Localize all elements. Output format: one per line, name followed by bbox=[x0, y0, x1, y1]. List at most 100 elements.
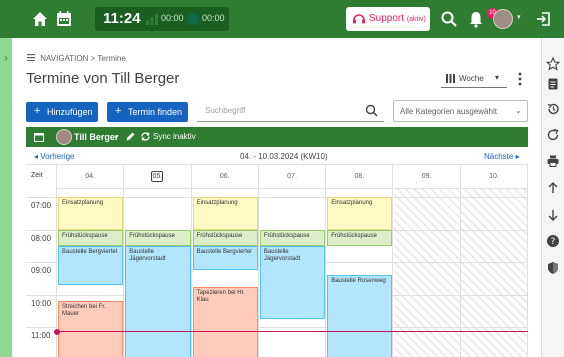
time-column: Zeit 07:00 08:00 09:00 10:00 11:00 bbox=[26, 165, 57, 357]
hour-gridline bbox=[26, 197, 57, 198]
category-select[interactable]: Alle Kategorien ausgewählt ⌄ bbox=[393, 100, 528, 122]
globe-icon bbox=[187, 13, 199, 25]
top-bar: 11:24 00:00 00:00 Support (aktiv) 10 ▾ bbox=[12, 0, 564, 38]
day-column[interactable]: 10. bbox=[460, 165, 528, 357]
breadcrumb-current: Termine bbox=[97, 54, 126, 63]
appointment[interactable]: Frühstückspause bbox=[192, 230, 258, 246]
appointment[interactable]: Einsatzplanung bbox=[58, 197, 124, 230]
chart-icon bbox=[146, 14, 158, 25]
day-header[interactable]: 04. bbox=[57, 165, 124, 189]
day-header[interactable]: 05. bbox=[124, 165, 191, 189]
day-header[interactable]: 09. bbox=[393, 165, 460, 189]
appointment[interactable]: Baustelle Rosenweg bbox=[327, 275, 393, 357]
chevron-down-icon: ▾ bbox=[495, 73, 500, 82]
calendar-icon[interactable] bbox=[54, 9, 74, 29]
menu-icon[interactable] bbox=[27, 54, 35, 61]
appointment[interactable]: Einsatzplanung bbox=[327, 197, 393, 230]
hour-label: 10:00 bbox=[31, 299, 52, 308]
view-select[interactable]: Woche ▾ bbox=[441, 70, 507, 88]
logout-icon[interactable] bbox=[534, 9, 554, 29]
chevron-down-icon: ⌄ bbox=[515, 106, 522, 115]
day-label: 10. bbox=[489, 173, 499, 180]
day-header[interactable]: 08. bbox=[326, 165, 393, 189]
calendar-icon[interactable] bbox=[34, 132, 44, 142]
week-range: 04. - 10.03.2024 (KW10) bbox=[240, 152, 328, 161]
day-header[interactable]: 06. bbox=[191, 165, 258, 189]
week-grid: Zeit 07:00 08:00 09:00 10:00 11:00 04. 05. 06.… bbox=[26, 165, 528, 357]
support-icon bbox=[353, 14, 365, 24]
sync-icon[interactable] bbox=[140, 131, 151, 142]
search-input[interactable]: Suchbegriff bbox=[197, 100, 384, 122]
hour-gridline bbox=[57, 197, 528, 198]
refresh-icon[interactable] bbox=[546, 128, 560, 142]
day-header[interactable]: 10. bbox=[460, 165, 528, 189]
support-button[interactable]: Support (aktiv) bbox=[346, 7, 430, 31]
star-icon[interactable] bbox=[546, 57, 560, 71]
hour-label: 08:00 bbox=[31, 234, 52, 243]
arrow-up-icon[interactable] bbox=[546, 181, 560, 195]
appointment[interactable]: Baustelle Jägervorstadt bbox=[259, 246, 326, 319]
appointment[interactable]: Frühstückspause bbox=[259, 230, 326, 246]
day-label: 09. bbox=[421, 173, 432, 180]
previous-week-button[interactable]: ◂ Vorherige bbox=[34, 152, 75, 161]
sync-status: Sync inaktiv bbox=[153, 132, 196, 141]
time-tracker[interactable]: 11:24 00:00 00:00 bbox=[95, 7, 229, 31]
appointment[interactable]: Baustelle Bergviertel bbox=[192, 246, 258, 270]
bell-icon[interactable] bbox=[466, 9, 486, 29]
time-header: Zeit bbox=[31, 172, 43, 179]
print-icon[interactable] bbox=[546, 154, 560, 168]
plus-icon: + bbox=[34, 105, 41, 117]
avatar[interactable] bbox=[493, 9, 513, 29]
shield-icon[interactable] bbox=[546, 261, 560, 275]
svg-text:?: ? bbox=[551, 237, 556, 247]
appointment[interactable]: Frühstückspause bbox=[58, 230, 124, 246]
hour-gridline bbox=[26, 295, 57, 296]
day-column[interactable]: 09. bbox=[393, 165, 461, 357]
right-sidebar: ? bbox=[541, 38, 564, 357]
hour-label: 07:00 bbox=[31, 201, 52, 210]
appointment[interactable]: Baustelle Bergviertel bbox=[58, 246, 124, 285]
search-icon[interactable] bbox=[439, 9, 459, 29]
hour-label: 09:00 bbox=[31, 266, 52, 275]
avatar bbox=[56, 129, 72, 145]
left-nav-strip: › bbox=[0, 0, 12, 357]
appointment[interactable]: Streichen bei Fr. Mauer bbox=[58, 301, 124, 357]
add-label: Hinzufügen bbox=[47, 107, 93, 117]
appointment[interactable]: Baustelle Jägervorstadt bbox=[125, 246, 191, 357]
view-select-value: Woche bbox=[459, 74, 484, 83]
arrow-down-icon[interactable] bbox=[546, 208, 560, 222]
current-time-marker bbox=[54, 328, 60, 335]
appointment[interactable]: Frühstückspause bbox=[125, 230, 191, 246]
chevron-down-icon[interactable]: ⌄ bbox=[113, 131, 120, 140]
hour-gridline bbox=[26, 327, 57, 328]
calendar-user-name[interactable]: Till Berger bbox=[74, 132, 118, 142]
hour-label: 11:00 bbox=[31, 331, 51, 340]
day-label: 05. bbox=[151, 171, 164, 182]
appointment[interactable]: Tapezieren bei Hr. Klau bbox=[192, 287, 258, 357]
history-icon[interactable] bbox=[546, 102, 560, 116]
breadcrumb-root[interactable]: NAVIGATION bbox=[40, 54, 88, 63]
search-placeholder: Suchbegriff bbox=[205, 106, 246, 115]
next-week-button[interactable]: Nächste ▸ bbox=[484, 152, 520, 161]
expand-nav-icon[interactable]: › bbox=[2, 52, 10, 66]
help-icon[interactable]: ? bbox=[546, 234, 560, 248]
day-header[interactable]: 07. bbox=[258, 165, 326, 189]
calendar-header: Till Berger ⌄ Sync inaktiv bbox=[26, 127, 528, 147]
breadcrumb: NAVIGATION > Termine bbox=[27, 54, 126, 63]
day-label: 06. bbox=[219, 173, 230, 180]
find-label: Termin finden bbox=[128, 107, 183, 117]
appointment[interactable]: Frühstückspause bbox=[327, 230, 393, 246]
appointment[interactable]: Einsatzplanung bbox=[192, 197, 258, 230]
add-appointment-button[interactable]: + Hinzufügen bbox=[26, 102, 98, 122]
document-icon[interactable] bbox=[546, 77, 560, 91]
edit-icon[interactable] bbox=[125, 131, 136, 142]
day-label: 04. bbox=[85, 173, 96, 180]
current-time-line bbox=[57, 331, 528, 332]
find-appointment-button[interactable]: + Termin finden bbox=[107, 102, 188, 122]
clock-time: 11:24 bbox=[103, 10, 141, 27]
travel-counter: 00:00 bbox=[202, 13, 225, 23]
chevron-down-icon[interactable]: ▾ bbox=[517, 13, 525, 23]
more-vert-icon[interactable] bbox=[515, 71, 525, 87]
search-icon[interactable] bbox=[365, 104, 378, 117]
home-icon[interactable] bbox=[30, 9, 50, 29]
